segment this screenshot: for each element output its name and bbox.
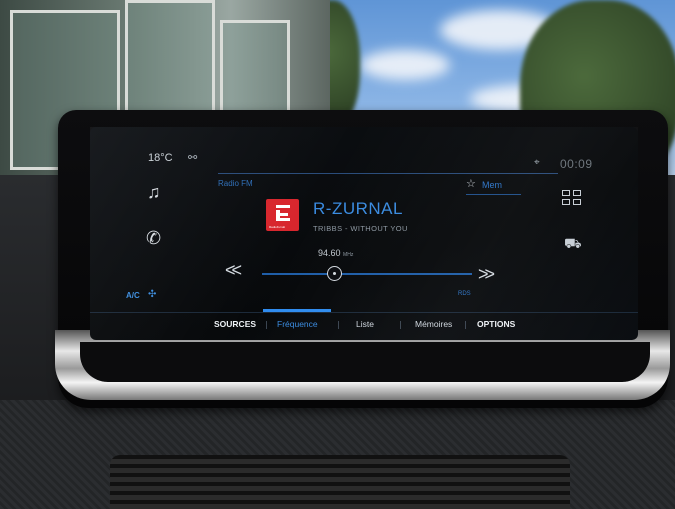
now-playing: TRIBBS - WITHOUT YOU (313, 224, 408, 233)
status-divider (218, 173, 558, 174)
tab-presets[interactable]: Mémoires (415, 319, 452, 329)
tab-separator (338, 321, 339, 329)
outside-temperature: 18°C (148, 152, 173, 164)
tab-separator (465, 321, 466, 329)
infotainment-screen: 18°C ⚯ ⌖ 00:09 ♫ ✆ A/C ✣ ⛟ Radio FM ☆ Me… (90, 127, 638, 340)
chrome-trim-inner (80, 342, 650, 382)
clock: 00:09 (560, 157, 593, 171)
music-icon[interactable]: ♫ (147, 182, 161, 203)
active-tab-indicator (263, 309, 331, 312)
station-name: R-ZURNAL (313, 199, 403, 218)
favorites-button[interactable]: Mem (482, 180, 502, 190)
frequency-value: 94.60 (318, 248, 341, 258)
frequency-unit: MHz (343, 252, 354, 258)
fan-icon[interactable]: ✣ (148, 289, 156, 300)
rds-label: RDS (458, 291, 471, 297)
car-icon[interactable]: ⛟ (564, 235, 582, 254)
apps-grid-icon[interactable] (562, 190, 582, 206)
frequency-readout: 94.60 MHz (318, 248, 353, 258)
tab-sources[interactable]: SOURCES (214, 319, 256, 329)
air-vent (110, 455, 570, 509)
cloud (360, 50, 450, 80)
tab-frequency[interactable]: Fréquence (277, 319, 318, 329)
tab-options[interactable]: OPTIONS (477, 319, 515, 329)
tabs-divider (90, 312, 638, 313)
seek-forward-button[interactable]: >> (478, 264, 495, 285)
connectivity-icon: ⚯ (188, 152, 198, 164)
location-icon: ⌖ (534, 157, 540, 168)
tab-separator (266, 321, 267, 329)
favorites-underline (466, 194, 521, 195)
station-logo: Radiožurnál (266, 199, 299, 231)
tab-list[interactable]: Liste (356, 319, 374, 329)
station-logo-text: Radiožurnál (269, 225, 286, 229)
tab-separator (400, 321, 401, 329)
seek-back-button[interactable]: << (225, 260, 242, 281)
source-label: Radio FM (218, 179, 253, 188)
phone-icon[interactable]: ✆ (146, 228, 161, 249)
tuner-knob[interactable] (327, 266, 342, 281)
star-icon[interactable]: ☆ (466, 177, 476, 190)
ac-button[interactable]: A/C (126, 291, 140, 300)
tuner-slider[interactable] (262, 273, 472, 275)
